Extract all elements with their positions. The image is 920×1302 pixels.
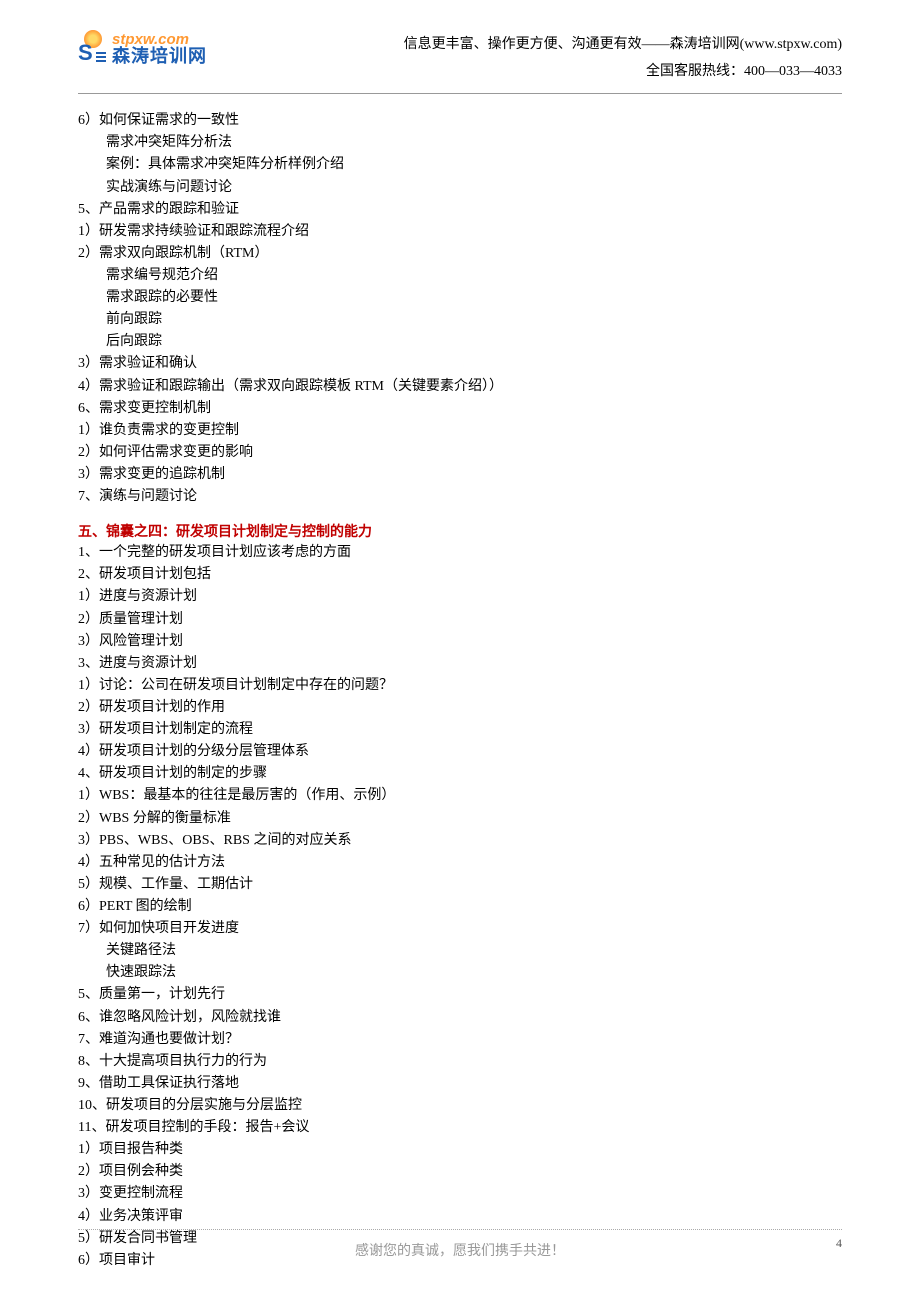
body-line: 6、需求变更控制机制 [78, 398, 842, 420]
body-line: 3）研发项目计划制定的流程 [78, 719, 842, 741]
logo-letter: S [78, 40, 93, 66]
body-line: 4）研发项目计划的分级分层管理体系 [78, 741, 842, 763]
body-line: 2、研发项目计划包括 [78, 564, 842, 586]
body-line: 快速跟踪法 [78, 962, 842, 984]
body-line: 7）如何加快项目开发进度 [78, 918, 842, 940]
body-line: 11、研发项目控制的手段：报告+会议 [78, 1117, 842, 1139]
body-line: 需求冲突矩阵分析法 [78, 132, 842, 154]
header-tagline: 信息更丰富、操作更方便、沟通更有效——森涛培训网(www.stpxw.com) [404, 32, 842, 59]
body-line: 7、演练与问题讨论 [78, 486, 842, 508]
body-line: 2）研发项目计划的作用 [78, 697, 842, 719]
body-line: 2）需求双向跟踪机制（RTM） [78, 243, 842, 265]
footer-text: 感谢您的真诚，愿我们携手共进！ [355, 1240, 565, 1260]
body-line: 1）研发需求持续验证和跟踪流程介绍 [78, 221, 842, 243]
body-line: 后向跟踪 [78, 331, 842, 353]
body-line: 7、难道沟通也要做计划？ [78, 1029, 842, 1051]
body-line: 案例：具体需求冲突矩阵分析样例介绍 [78, 154, 842, 176]
body-line: 10、研发项目的分层实施与分层监控 [78, 1095, 842, 1117]
body-line: 4）五种常见的估计方法 [78, 852, 842, 874]
body-line: 1）项目报告种类 [78, 1139, 842, 1161]
section-5-heading: 五、锦囊之四：研发项目计划制定与控制的能力 [78, 520, 842, 542]
body-line: 4）业务决策评审 [78, 1206, 842, 1228]
body-line: 3）需求验证和确认 [78, 353, 842, 375]
body-line: 2）如何评估需求变更的影响 [78, 442, 842, 464]
body-line: 6、谁忽略风险计划，风险就找谁 [78, 1007, 842, 1029]
body-line: 需求跟踪的必要性 [78, 287, 842, 309]
body-line: 5）规模、工作量、工期估计 [78, 874, 842, 896]
body-line: 1）WBS：最基本的往往是最厉害的（作用、示例） [78, 785, 842, 807]
body-line: 4）需求验证和跟踪输出（需求双向跟踪模板 RTM（关键要素介绍）） [78, 376, 842, 398]
body-line: 3）PBS、WBS、OBS、RBS 之间的对应关系 [78, 830, 842, 852]
body-line: 实战演练与问题讨论 [78, 177, 842, 199]
document-body: 6）如何保证需求的一致性需求冲突矩阵分析法案例：具体需求冲突矩阵分析样例介绍实战… [78, 110, 842, 1272]
body-line: 2）WBS 分解的衡量标准 [78, 808, 842, 830]
body-line: 2）质量管理计划 [78, 609, 842, 631]
body-line: 关键路径法 [78, 940, 842, 962]
body-line: 1）谁负责需求的变更控制 [78, 420, 842, 442]
body-line: 1、一个完整的研发项目计划应该考虑的方面 [78, 542, 842, 564]
body-line: 9、借助工具保证执行落地 [78, 1073, 842, 1095]
body-line: 4、研发项目计划的制定的步骤 [78, 763, 842, 785]
logo-bars-icon [96, 50, 106, 64]
body-line: 2）项目例会种类 [78, 1161, 842, 1183]
body-line: 6）PERT 图的绘制 [78, 896, 842, 918]
logo-url: stpxw.com [112, 32, 207, 47]
body-line: 1）进度与资源计划 [78, 586, 842, 608]
header-hotline: 全国客服热线：400—033—4033 [404, 59, 842, 86]
body-line: 6）如何保证需求的一致性 [78, 110, 842, 132]
body-line: 前向跟踪 [78, 309, 842, 331]
page-footer: 感谢您的真诚，愿我们携手共进！ 4 [78, 1229, 842, 1260]
body-line: 8、十大提高项目执行力的行为 [78, 1051, 842, 1073]
body-line: 5、产品需求的跟踪和验证 [78, 199, 842, 221]
page-number: 4 [836, 1236, 842, 1251]
logo-mark: S [78, 30, 108, 66]
body-line: 5、质量第一，计划先行 [78, 984, 842, 1006]
body-line: 3）变更控制流程 [78, 1183, 842, 1205]
body-line: 3）风险管理计划 [78, 631, 842, 653]
logo-cn: 森涛培训网 [112, 47, 207, 65]
body-line: 3）需求变更的追踪机制 [78, 464, 842, 486]
page-header: S stpxw.com 森涛培训网 信息更丰富、操作更方便、沟通更有效——森涛培… [78, 30, 842, 94]
body-line: 3、进度与资源计划 [78, 653, 842, 675]
body-line: 需求编号规范介绍 [78, 265, 842, 287]
site-logo: S stpxw.com 森涛培训网 [78, 30, 207, 66]
body-line: 1）讨论：公司在研发项目计划制定中存在的问题？ [78, 675, 842, 697]
